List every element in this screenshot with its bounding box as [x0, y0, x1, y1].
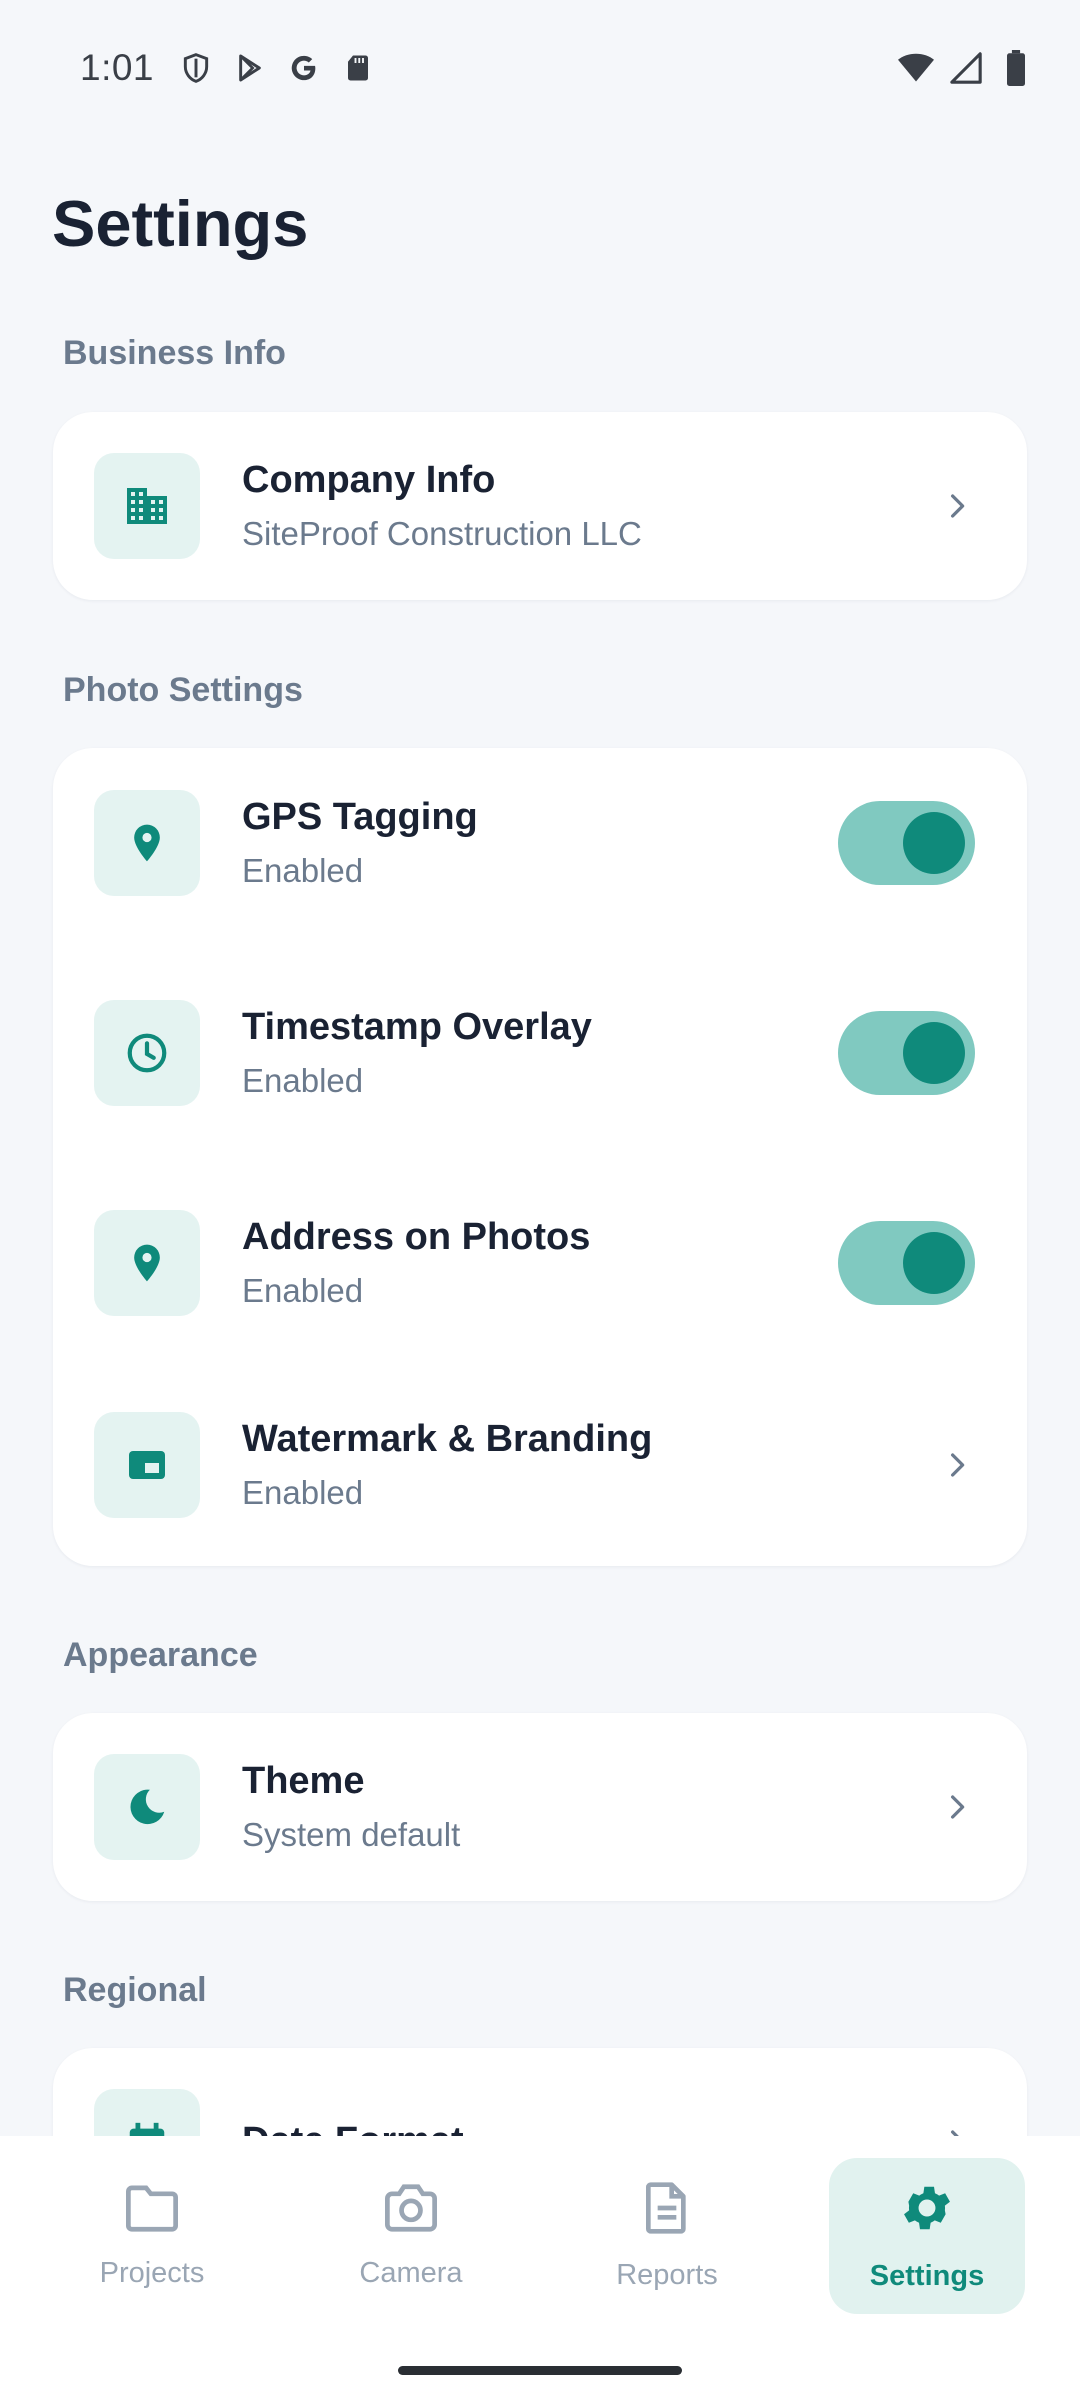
gps-tagging-title: GPS Tagging: [242, 796, 478, 839]
section-label-appearance: Appearance: [63, 1636, 258, 1674]
wifi-icon: [898, 50, 934, 86]
address-on-photos-toggle[interactable]: [838, 1221, 975, 1305]
clock-icon: [94, 1000, 200, 1106]
toggle-knob: [903, 812, 965, 874]
gps-tagging-toggle[interactable]: [838, 801, 975, 885]
status-bar-right: [898, 50, 1034, 86]
address-on-photos-subtitle: Enabled: [242, 1272, 364, 1309]
sd-card-icon: [340, 50, 376, 86]
section-label-photo-settings: Photo Settings: [63, 671, 303, 709]
chevron-right-icon: [939, 488, 975, 524]
timestamp-overlay-row: Timestamp Overlay Enabled: [53, 958, 1027, 1148]
watermark-branding-subtitle: Enabled: [242, 1474, 364, 1511]
toggle-knob: [903, 1232, 965, 1294]
page-title: Settings: [52, 187, 309, 260]
address-on-photos-row: Address on Photos Enabled: [53, 1168, 1027, 1358]
nav-settings-label: Settings: [869, 2260, 985, 2292]
document-icon: [641, 2180, 693, 2241]
business-info-card: Company Info SiteProof Construction LLC: [53, 412, 1027, 600]
company-info-row[interactable]: Company Info SiteProof Construction LLC: [53, 412, 1027, 600]
company-info-text: Company Info SiteProof Construction LLC: [242, 458, 642, 553]
status-bar: 1:01: [0, 0, 1080, 136]
nav-settings[interactable]: Settings: [829, 2158, 1025, 2314]
nav-camera[interactable]: Camera: [313, 2158, 509, 2314]
chevron-right-icon: [939, 1447, 975, 1483]
nav-projects[interactable]: Projects: [54, 2158, 250, 2314]
nav-projects-label: Projects: [99, 2257, 205, 2289]
status-time: 1:01: [80, 47, 155, 88]
folder-icon: [122, 2182, 182, 2239]
theme-subtitle: System default: [242, 1816, 461, 1853]
timestamp-overlay-title: Timestamp Overlay: [242, 1006, 592, 1049]
moon-icon: [94, 1754, 200, 1860]
watermark-icon: [94, 1412, 200, 1518]
shield-icon: [178, 50, 214, 86]
nav-reports-label: Reports: [616, 2259, 718, 2291]
timestamp-overlay-toggle[interactable]: [838, 1011, 975, 1095]
address-on-photos-text: Address on Photos Enabled: [242, 1215, 590, 1310]
chevron-right-icon: [939, 1789, 975, 1825]
location-pin-icon: [94, 1210, 200, 1316]
bottom-navigation: Projects Camera Reports Settings: [0, 2136, 1080, 2400]
photo-settings-card: GPS Tagging Enabled Timestamp Overlay En…: [53, 748, 1027, 1566]
company-info-subtitle: SiteProof Construction LLC: [242, 515, 642, 552]
theme-text: Theme System default: [242, 1759, 460, 1854]
section-label-regional: Regional: [63, 1971, 207, 2009]
watermark-branding-row[interactable]: Watermark & Branding Enabled: [53, 1370, 1027, 1560]
google-icon: [286, 50, 322, 86]
home-indicator[interactable]: [398, 2366, 682, 2375]
location-pin-icon: [94, 790, 200, 896]
watermark-branding-text: Watermark & Branding Enabled: [242, 1417, 652, 1512]
watermark-branding-title: Watermark & Branding: [242, 1418, 653, 1461]
section-label-business-info: Business Info: [63, 334, 286, 372]
address-on-photos-title: Address on Photos: [242, 1216, 591, 1259]
battery-icon: [998, 50, 1034, 86]
company-info-title: Company Info: [242, 459, 496, 502]
theme-row[interactable]: Theme System default: [53, 1713, 1027, 1901]
signal-icon: [948, 50, 984, 86]
timestamp-overlay-text: Timestamp Overlay Enabled: [242, 1005, 592, 1100]
gps-tagging-subtitle: Enabled: [242, 852, 364, 889]
building-icon: [94, 453, 200, 559]
gps-tagging-row: GPS Tagging Enabled: [53, 748, 1027, 938]
status-bar-left: 1:01: [80, 47, 376, 89]
appearance-card: Theme System default: [53, 1713, 1027, 1901]
play-store-icon: [232, 50, 268, 86]
camera-icon: [381, 2182, 441, 2239]
nav-camera-label: Camera: [359, 2257, 463, 2289]
nav-reports[interactable]: Reports: [569, 2158, 765, 2314]
toggle-knob: [903, 1022, 965, 1084]
theme-title: Theme: [242, 1760, 365, 1803]
gps-tagging-text: GPS Tagging Enabled: [242, 795, 478, 890]
timestamp-overlay-subtitle: Enabled: [242, 1062, 364, 1099]
gear-icon: [898, 2179, 956, 2242]
